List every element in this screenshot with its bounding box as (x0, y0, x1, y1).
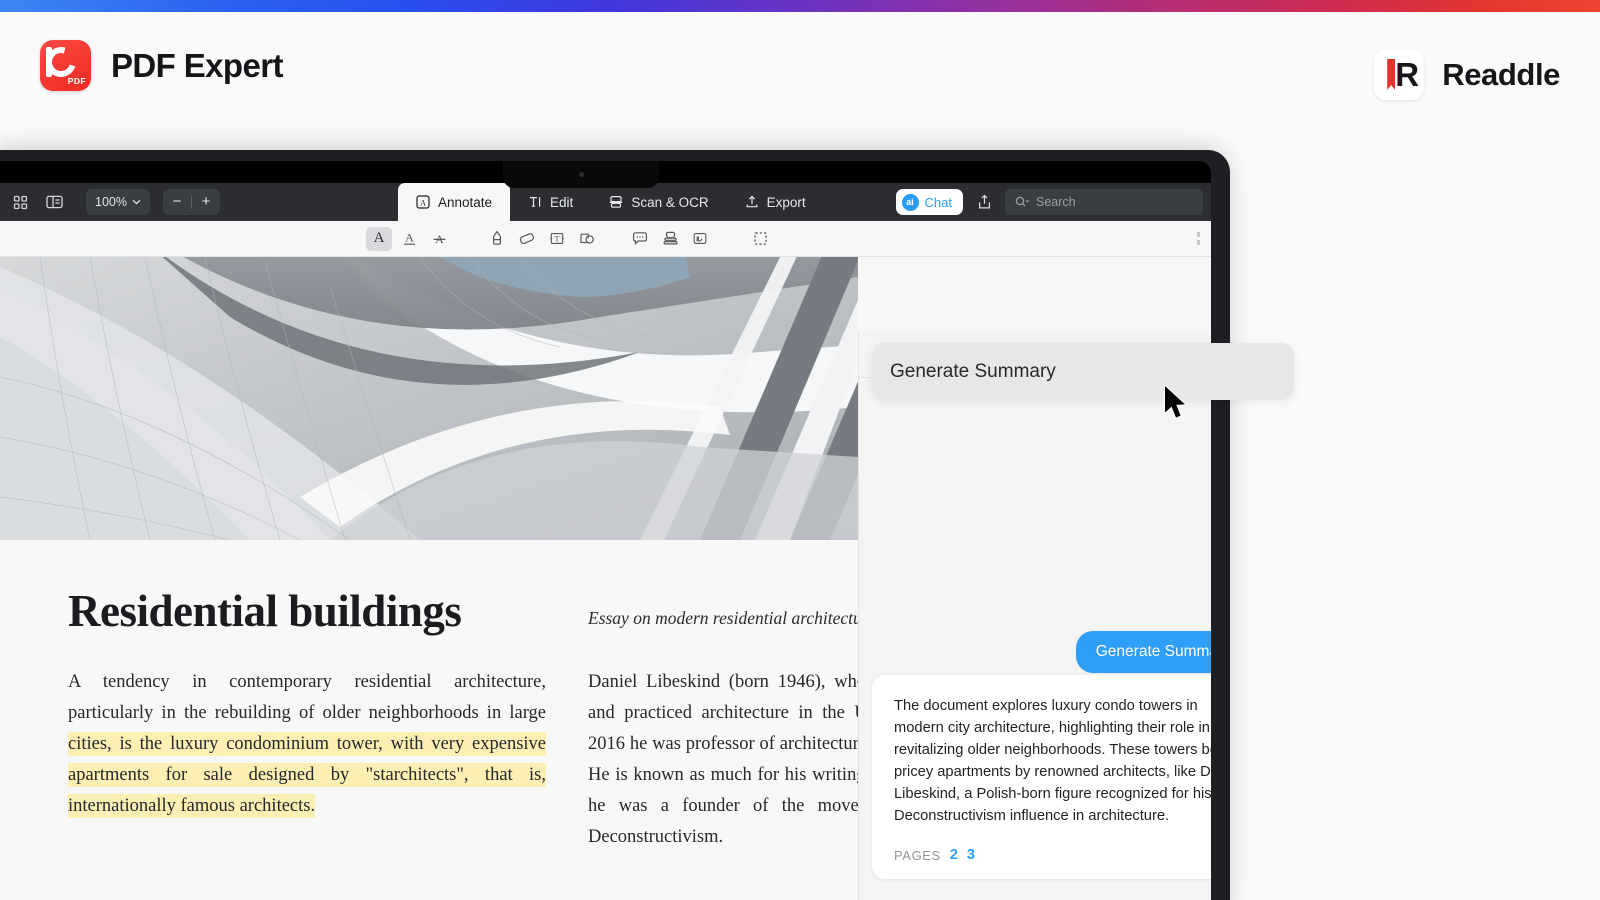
mouse-cursor-icon (1163, 384, 1189, 426)
chevron-down-icon (132, 199, 141, 205)
webcam-icon (579, 172, 584, 177)
edit-text-icon (528, 195, 542, 209)
pdf-expert-app-icon: PDF (40, 40, 91, 91)
highlighted-text: cities, is the luxury condominium tower,… (68, 732, 546, 818)
chat-assistant-message: The document explores luxury condo tower… (872, 675, 1211, 879)
annotate-subtoolbar: A A A T (0, 221, 1211, 257)
toolbar-right-group: ai Chat Search (895, 189, 1203, 215)
document-left-column: A tendency in contemporary residential a… (68, 667, 546, 822)
tab-annotate[interactable]: A Annotate (398, 183, 511, 221)
laptop-notch (503, 161, 659, 188)
product-name: PDF Expert (111, 46, 283, 84)
page-ref-link-2[interactable]: 2 (950, 847, 958, 863)
tab-edit[interactable]: Edit (510, 183, 591, 221)
product-branding: PDF PDF Expert (40, 40, 283, 91)
zoom-in-button[interactable]: + (192, 189, 220, 215)
tab-scan-ocr[interactable]: Scan & OCR (591, 183, 726, 221)
document-page-body: Residential buildings Essay on modern re… (0, 540, 988, 900)
laptop-screen-bezel: 100% − + A Annotate Edit Scan & OCR Expo… (0, 161, 1211, 900)
page-title: Residential buildings (68, 586, 462, 636)
annotate-icon: A (416, 195, 430, 209)
top-gradient-bar (0, 0, 1600, 12)
signature-tool[interactable] (687, 227, 713, 251)
underline-tool[interactable]: A (396, 227, 422, 251)
comment-tool[interactable] (627, 227, 653, 251)
pages-label: PAGES (894, 847, 941, 863)
readdle-logo-icon: R (1374, 50, 1425, 100)
laptop-device-frame: 100% − + A Annotate Edit Scan & OCR Expo… (0, 150, 1230, 900)
app-screen: 100% − + A Annotate Edit Scan & OCR Expo… (0, 183, 1211, 900)
ai-chat-panel: Chat with ‘Residential buildings’ 199 qu… (858, 331, 1211, 900)
toolbar-left-group: 100% − + (0, 189, 220, 215)
sidebar-panel-icon[interactable] (40, 189, 68, 215)
mode-tabs: A Annotate Edit Scan & OCR Export (398, 183, 824, 221)
readdle-mark-letter: R (1395, 56, 1420, 93)
grid-thumbnails-icon[interactable] (6, 189, 34, 215)
chat-message-list: Generate Summary The document explores l… (859, 378, 1211, 900)
strikethrough-tool[interactable]: A (426, 227, 452, 251)
company-branding: R Readdle (1374, 50, 1560, 100)
app-toolbar: 100% − + A Annotate Edit Scan & OCR Expo… (0, 183, 1211, 221)
search-input[interactable]: Search (1005, 189, 1203, 215)
zoom-level-value: 100% (95, 195, 127, 209)
tab-export[interactable]: Export (727, 183, 824, 221)
zoom-out-button[interactable]: − (163, 189, 191, 215)
highlight-tool[interactable]: A (366, 226, 392, 251)
chat-assistant-text: The document explores luxury condo tower… (894, 698, 1211, 824)
eraser-tool[interactable] (514, 227, 540, 251)
zoom-level-selector[interactable]: 100% (86, 189, 150, 215)
ai-chat-button[interactable]: ai Chat (895, 189, 963, 215)
ai-chat-label: Chat (924, 194, 952, 210)
stamp-tool[interactable] (657, 227, 683, 251)
tab-export-label: Export (766, 194, 806, 210)
chat-suggestion-pill[interactable]: Generate Summary (872, 343, 1294, 400)
zoom-stepper: − + (162, 189, 220, 215)
annotate-tool-group: A A A T (366, 226, 773, 251)
svg-text:A: A (405, 231, 414, 245)
document-hero-photo (0, 257, 858, 540)
svg-text:A: A (420, 198, 426, 207)
tab-edit-label: Edit (550, 194, 574, 210)
share-icon[interactable] (972, 190, 996, 214)
text-box-tool[interactable]: T (544, 227, 570, 251)
search-placeholder: Search (1036, 195, 1076, 209)
chat-page-references: PAGES 2 3 (894, 847, 1211, 863)
svg-text:T: T (554, 233, 560, 243)
select-area-tool[interactable] (747, 227, 773, 251)
paragraph-lead-text: A tendency in contemporary residential a… (68, 672, 546, 723)
tab-scan-ocr-label: Scan & OCR (631, 194, 709, 210)
tab-annotate-label: Annotate (438, 194, 493, 210)
scan-ocr-icon (609, 195, 623, 209)
pdf-logo-tag: PDF (67, 76, 86, 86)
ai-chat-icon: ai (901, 193, 919, 211)
brand-header: PDF PDF Expert R Readdle (0, 12, 1600, 150)
page-ref-link-3[interactable]: 3 (967, 847, 975, 863)
chat-suggestion-label: Generate Summary (890, 360, 1056, 382)
pen-tool[interactable] (484, 227, 510, 251)
screenshot-root: PDF PDF Expert R Readdle 100% − + A Anno… (0, 0, 1600, 900)
chat-user-message: Generate Summary (1075, 631, 1211, 673)
company-name: Readdle (1442, 57, 1560, 92)
search-magnifier-icon (1015, 196, 1029, 207)
panel-resize-handle[interactable] (1197, 232, 1201, 245)
export-upload-icon (745, 195, 759, 209)
shapes-tool[interactable] (574, 227, 600, 251)
